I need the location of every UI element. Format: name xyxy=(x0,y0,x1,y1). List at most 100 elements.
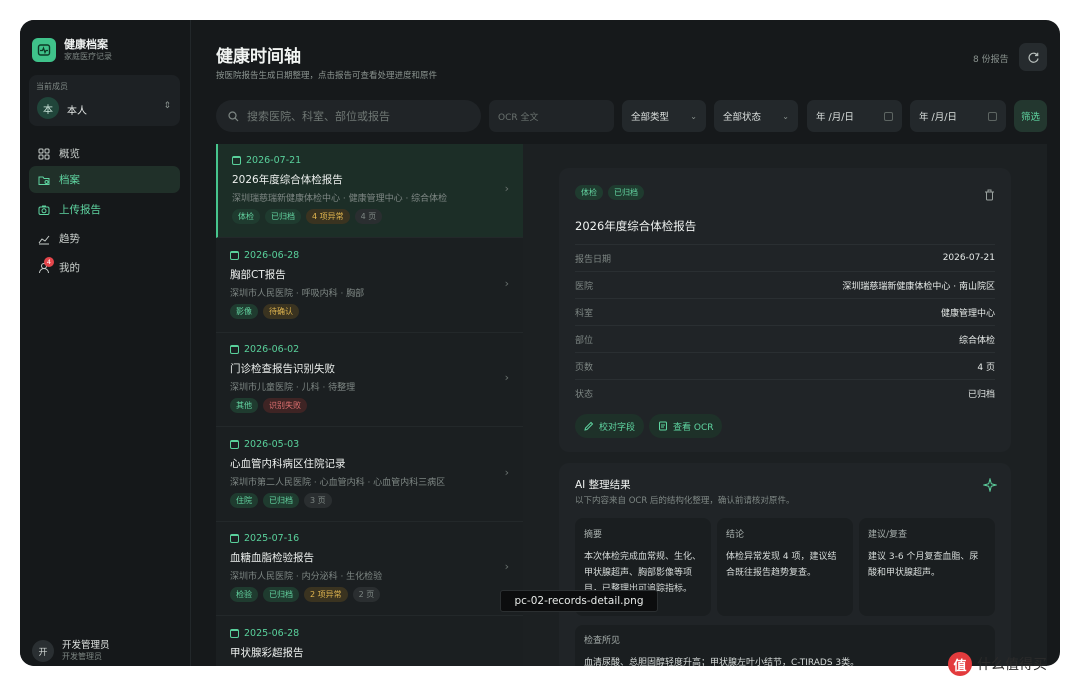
record-tag: 住院 xyxy=(230,492,258,508)
status-select[interactable]: 全部状态 ⌄ xyxy=(714,100,798,132)
refresh-icon xyxy=(1027,52,1039,63)
sidebar-item-label: 趋势 xyxy=(59,233,80,245)
grid-icon xyxy=(37,147,51,161)
record-tags: 住院 已归档 3 页 xyxy=(230,492,332,508)
avatar: 开 xyxy=(32,640,54,662)
ai-conclusion-title: 结论 xyxy=(726,530,745,540)
ocr-search-input[interactable]: OCR 全文 xyxy=(489,100,614,132)
record-tags: 影像 待确认 xyxy=(230,303,299,319)
detail-row-key: 部位 xyxy=(575,335,594,346)
record-tags: 体检 已归档 4 项异常 4 页 xyxy=(232,209,383,224)
record-tag: 待确认 xyxy=(263,303,299,319)
calendar-icon xyxy=(988,111,997,121)
sidebar-item-records[interactable]: 档案 xyxy=(29,166,180,193)
ai-advice-title: 建议/复查 xyxy=(868,530,908,540)
chart-icon xyxy=(37,232,51,246)
detail-row: 报告日期 2026-07-21 xyxy=(575,244,995,271)
date-to-value: 年 /月/日 xyxy=(919,112,957,123)
calendar-icon xyxy=(230,250,239,260)
chevron-right-icon: › xyxy=(504,465,509,479)
detail-row-value: 4 页 xyxy=(977,362,995,373)
ai-result-card: AI 整理结果 以下内容来自 OCR 后的结构化整理，确认前请核对原件。 摘要 … xyxy=(559,463,1011,666)
view-ocr-button[interactable]: 查看 OCR xyxy=(649,414,723,438)
verify-fields-button[interactable]: 校对字段 xyxy=(575,414,645,438)
view-ocr-label: 查看 OCR xyxy=(673,422,714,433)
record-date: 2025-07-16 xyxy=(230,533,299,544)
admin-account[interactable]: 开 开发管理员 开发管理员 xyxy=(32,640,110,662)
record-title: 心血管内科病区住院记录 xyxy=(230,457,346,470)
detail-row: 部位 综合体检 xyxy=(575,325,995,352)
record-tag: 2 页 xyxy=(352,587,381,602)
detail-row-key: 页数 xyxy=(575,362,594,373)
record-item[interactable]: 2026-05-03 心血管内科病区住院记录 深圳市第二人民医院 · 心血管内科… xyxy=(216,428,523,522)
camera-icon xyxy=(37,203,51,217)
member-switcher[interactable]: 当前成员 本 本人 ⇕ xyxy=(29,75,180,126)
ai-findings: 检查所见 血清尿酸、总胆固醇轻度升高；甲状腺左叶小结节，C-TIRADS 3类。 xyxy=(575,625,995,666)
record-date: 2026-05-03 xyxy=(230,439,299,450)
search-input[interactable]: 搜索医院、科室、部位或报告 xyxy=(216,100,481,132)
record-meta: 深圳市儿童医院 · 儿科 · 待整理 xyxy=(230,383,356,393)
record-tag: 已归档 xyxy=(265,209,301,224)
calendar-icon xyxy=(230,628,239,638)
folder-icon xyxy=(37,173,51,187)
record-tag: 已归档 xyxy=(263,587,299,602)
notification-badge: 4 xyxy=(44,256,54,267)
trash-icon xyxy=(985,189,994,201)
sidebar-item-upload[interactable]: 上传报告 xyxy=(29,196,180,223)
ai-subtitle: 以下内容来自 OCR 后的结构化整理，确认前请核对原件。 xyxy=(575,496,795,506)
record-tag: 体检 xyxy=(232,209,260,224)
record-item[interactable]: 2025-06-28 甲状腺彩超报告 xyxy=(216,617,523,667)
report-count: 8 份报告 xyxy=(973,55,1009,65)
record-date-text: 2026-05-03 xyxy=(244,438,300,450)
record-item[interactable]: 2026-06-28 胸部CT报告 深圳市人民医院 · 呼吸内科 · 胸部 影像… xyxy=(216,239,523,333)
avatar: 本 xyxy=(37,97,59,119)
sidebar-item-trends[interactable]: 趋势 xyxy=(29,225,180,252)
ai-findings-body: 血清尿酸、总胆固醇轻度升高；甲状腺左叶小结节，C-TIRADS 3类。 xyxy=(584,658,860,666)
detail-row: 科室 健康管理中心 xyxy=(575,298,995,325)
record-item[interactable]: 2025-07-16 血糖血脂检验报告 深圳市人民医院 · 内分泌科 · 生化检… xyxy=(216,522,523,616)
detail-row-key: 科室 xyxy=(575,308,594,319)
record-tag: 检验 xyxy=(230,587,258,602)
ai-findings-title: 检查所见 xyxy=(584,636,621,646)
record-date-text: 2026-06-02 xyxy=(244,344,300,355)
search-placeholder: 搜索医院、科室、部位或报告 xyxy=(247,110,390,123)
status-tag: 已归档 xyxy=(608,185,644,200)
admin-name: 开发管理员 xyxy=(62,640,110,651)
page-subtitle: 按医院报告生成日期整理，点击报告可查看处理进度和原件 xyxy=(216,71,438,81)
watermark: 值 什么值得买 xyxy=(948,652,1047,676)
refresh-button[interactable] xyxy=(1019,43,1047,71)
type-select[interactable]: 全部类型 ⌄ xyxy=(622,100,706,132)
app-window: 健康档案 家庭医疗记录 当前成员 本 本人 ⇕ 概览 档案 上传报告 趋势 4 … xyxy=(20,20,1060,666)
sidebar-item-profile[interactable]: 4 我的 xyxy=(29,254,180,281)
record-date: 2026-06-28 xyxy=(230,250,299,261)
chevron-right-icon: › xyxy=(504,276,509,290)
calendar-icon xyxy=(884,111,893,121)
record-tag: 影像 xyxy=(230,303,258,319)
date-from-input[interactable]: 年 /月/日 xyxy=(807,100,902,132)
type-tag: 体检 xyxy=(575,185,603,200)
member-label: 当前成员 xyxy=(36,82,68,91)
record-meta: 深圳瑞慈瑞新健康体检中心 · 健康管理中心 · 综合体检 xyxy=(232,194,448,204)
record-title: 门诊检查报告识别失败 xyxy=(230,363,335,375)
calendar-icon xyxy=(230,345,239,354)
detail-row-value: 2026-07-21 xyxy=(942,253,995,263)
sidebar-item-overview[interactable]: 概览 xyxy=(29,140,180,167)
brand-title: 健康档案 xyxy=(64,38,108,51)
detail-row-value: 已归档 xyxy=(967,389,995,400)
chevron-right-icon: › xyxy=(504,371,509,384)
record-item[interactable]: 2026-07-21 2026年度综合体检报告 深圳瑞慈瑞新健康体检中心 · 健… xyxy=(216,144,523,238)
detail-row: 状态 已归档 xyxy=(575,379,995,406)
filter-button[interactable]: 筛选 xyxy=(1014,100,1047,132)
record-item[interactable]: 2026-06-02 门诊检查报告识别失败 深圳市儿童医院 · 儿科 · 待整理… xyxy=(216,333,523,427)
sidebar-item-label: 我的 xyxy=(59,262,80,274)
chevron-down-icon: ⌄ xyxy=(782,111,789,121)
member-name: 本人 xyxy=(67,106,87,117)
chevron-updown-icon: ⇕ xyxy=(163,101,171,111)
type-select-value: 全部类型 xyxy=(631,112,670,123)
search-icon xyxy=(228,110,239,121)
delete-button[interactable] xyxy=(984,186,995,205)
date-to-input[interactable]: 年 /月/日 xyxy=(910,100,1006,132)
record-date-text: 2025-06-28 xyxy=(244,627,300,639)
sidebar-item-label: 档案 xyxy=(59,174,80,186)
record-tag: 3 页 xyxy=(304,492,332,508)
